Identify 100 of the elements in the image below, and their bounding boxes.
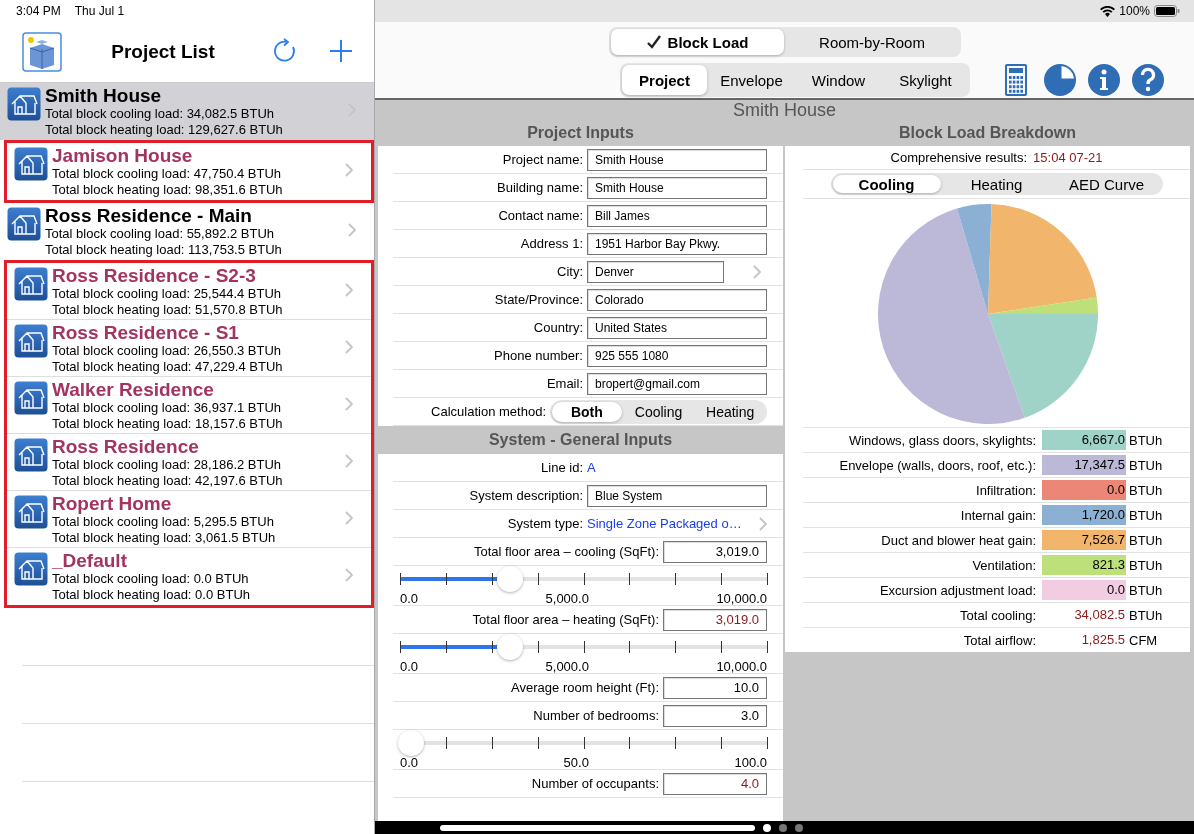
number-field[interactable]: 3,019.0 [663, 540, 767, 563]
line-id-link[interactable]: A [587, 460, 767, 475]
load-value: 0.0 [1042, 580, 1126, 600]
load-label: Excursion adjustment load: [878, 582, 1037, 598]
page-dot[interactable] [795, 823, 803, 832]
text-field[interactable]: Smith House [587, 148, 767, 171]
house-icon [14, 381, 48, 415]
house-icon [14, 438, 48, 472]
project-name: _Default [52, 550, 128, 571]
heating-load-text: Total block heating load: 129,627.6 BTUh [45, 122, 284, 138]
segment-tab[interactable]: Cooling [623, 401, 694, 422]
project-name: Walker Residence [52, 379, 215, 400]
field-label: Line id: [540, 460, 584, 475]
load-label: Duct and blower heat gain: [880, 532, 1037, 548]
number-field[interactable]: 3.0 [663, 704, 767, 727]
text-field[interactable]: Smith House [587, 176, 767, 199]
text-field[interactable]: Bill James [587, 204, 767, 227]
heating-load-text: Total block heating load: 98,351.6 BTUh [52, 182, 284, 198]
tick-label: 10,000.0 [716, 592, 767, 605]
number-field[interactable]: 4.0 [663, 772, 767, 795]
unit-label: BTUh [1128, 582, 1164, 598]
chevron-icon [348, 223, 356, 237]
field-label: Number of occupants: [530, 776, 660, 791]
project-row[interactable]: Jamison House Total block cooling load: 47,750.4 BTUh Total block heating load: 98,351.6 BTUh [7, 143, 371, 200]
text-field[interactable]: 925 555 1080 [587, 344, 767, 367]
text-field[interactable]: Colorado [587, 288, 767, 311]
load-value: 821.3 [1042, 555, 1126, 575]
check-icon [645, 34, 662, 50]
text-field[interactable]: Blue System [587, 484, 767, 507]
tick-label: 50.0 [563, 756, 589, 769]
load-label: Windows, glass doors, skylights: [847, 432, 1037, 448]
project-row[interactable]: Ross Residence - Main Total block cooling load: 55,892.2 BTUh Total block heating load: 113,753.5 BTUh [0, 203, 374, 260]
field-label: Email: [545, 376, 584, 391]
project-name: Smith House [45, 85, 163, 106]
segment-tab[interactable]: Project [622, 65, 707, 95]
status-time: 3:04 PM [16, 4, 61, 18]
project-row[interactable]: Ropert Home Total block cooling load: 5,295.5 BTUh Total block heating load: 3,061.5 BTUh [7, 491, 371, 548]
segment-tab[interactable]: Cooling [832, 175, 941, 193]
house-icon [7, 207, 41, 241]
field-label: System description: [468, 488, 584, 503]
project-row[interactable]: Ross Residence - S2-3 Total block cooling load: 25,544.4 BTUh Total block heating load: 51,570.8 BTUh [7, 263, 371, 320]
unit-label: BTUh [1128, 432, 1164, 448]
field-label: State/Province: [493, 292, 584, 307]
segment-tab[interactable]: Room-by-Room [785, 29, 959, 55]
project-row[interactable]: Smith House Total block cooling load: 34,082.5 BTUh Total block heating load: 129,627.6 BTUh [0, 83, 374, 140]
segment-tab[interactable]: Both [552, 401, 622, 422]
segment-tab[interactable]: Block Load [610, 29, 784, 55]
cooling-load-text: Total block cooling load: 25,544.4 BTUh [52, 286, 283, 302]
project-row[interactable]: Walker Residence Total block cooling load: 36,937.1 BTUh Total block heating load: 18,157.6 BTUh [7, 377, 371, 434]
segment-tab[interactable]: Skylight [883, 65, 968, 95]
segment-tab[interactable]: AED Curve [1052, 175, 1161, 193]
unit-label: BTUh [1128, 532, 1164, 548]
house-icon [14, 552, 48, 586]
page-dot[interactable] [763, 823, 771, 832]
load-value: 17,347.5 [1042, 455, 1126, 475]
text-field[interactable]: 1951 Harbor Bay Pkwy. [587, 232, 767, 255]
total-label: Total airflow: [962, 632, 1037, 648]
text-field[interactable]: bropert@gmail.com [587, 372, 767, 395]
system-type-picker[interactable]: Single Zone Packaged o… [587, 516, 767, 531]
project-row[interactable]: Ross Residence - S1 Total block cooling load: 26,550.3 BTUh Total block heating load: 47,229.4 BTUh [7, 320, 371, 377]
house-icon [7, 87, 41, 121]
chevron-icon [759, 516, 767, 531]
field-label: Address 1: [519, 236, 584, 251]
section-header: Project Inputs [526, 123, 635, 143]
chart-button[interactable] [1042, 62, 1078, 98]
load-value: 0.0 [1042, 480, 1126, 500]
house-icon [14, 324, 48, 358]
segment-tab[interactable]: Heating [695, 401, 765, 422]
results-label: Comprehensive results: [890, 150, 1028, 165]
tick-label: 100.0 [734, 756, 767, 769]
field-label: Total floor area – heating (SqFt): [471, 612, 660, 627]
battery-icon [1154, 5, 1180, 17]
project-row[interactable]: Ross Residence Total block cooling load: 28,186.2 BTUh Total block heating load: 42,197.6 BTUh [7, 434, 371, 491]
heating-load-text: Total block heating load: 3,061.5 BTUh [52, 530, 277, 546]
info-button[interactable] [1086, 62, 1122, 98]
chevron-icon [345, 511, 353, 525]
text-field[interactable]: Denver [587, 260, 724, 283]
field-label: Contact name: [497, 208, 584, 223]
tick-label: 10,000.0 [716, 660, 767, 673]
chevron-icon [345, 454, 353, 468]
load-value: 6,667.0 [1042, 430, 1126, 450]
sidebar-title: Project List [110, 41, 216, 63]
tick-label: 5,000.0 [545, 592, 589, 605]
segment-tab[interactable]: Envelope [709, 65, 794, 95]
help-button[interactable] [1130, 62, 1166, 98]
load-value: 7,526.7 [1042, 530, 1126, 550]
number-field[interactable]: 3,019.0 [663, 608, 767, 631]
heating-load-text: Total block heating load: 18,157.6 BTUh [52, 416, 284, 432]
cooling-load-text: Total block cooling load: 28,186.2 BTUh [52, 457, 283, 473]
text-field[interactable]: United States [587, 316, 767, 339]
segment-tab[interactable]: Window [796, 65, 881, 95]
number-field[interactable]: 10.0 [663, 676, 767, 699]
segment-tab[interactable]: Heating [942, 175, 1051, 193]
page-dot[interactable] [779, 823, 787, 832]
project-name: Ropert Home [52, 493, 173, 514]
tick-label: 0.0 [400, 756, 419, 769]
field-label: Country: [532, 320, 584, 335]
house-icon [14, 495, 48, 529]
cooling-load-text: Total block cooling load: 0.0 BTUh [52, 571, 250, 587]
project-row[interactable]: _Default Total block cooling load: 0.0 BTUh Total block heating load: 0.0 BTUh [7, 548, 371, 605]
